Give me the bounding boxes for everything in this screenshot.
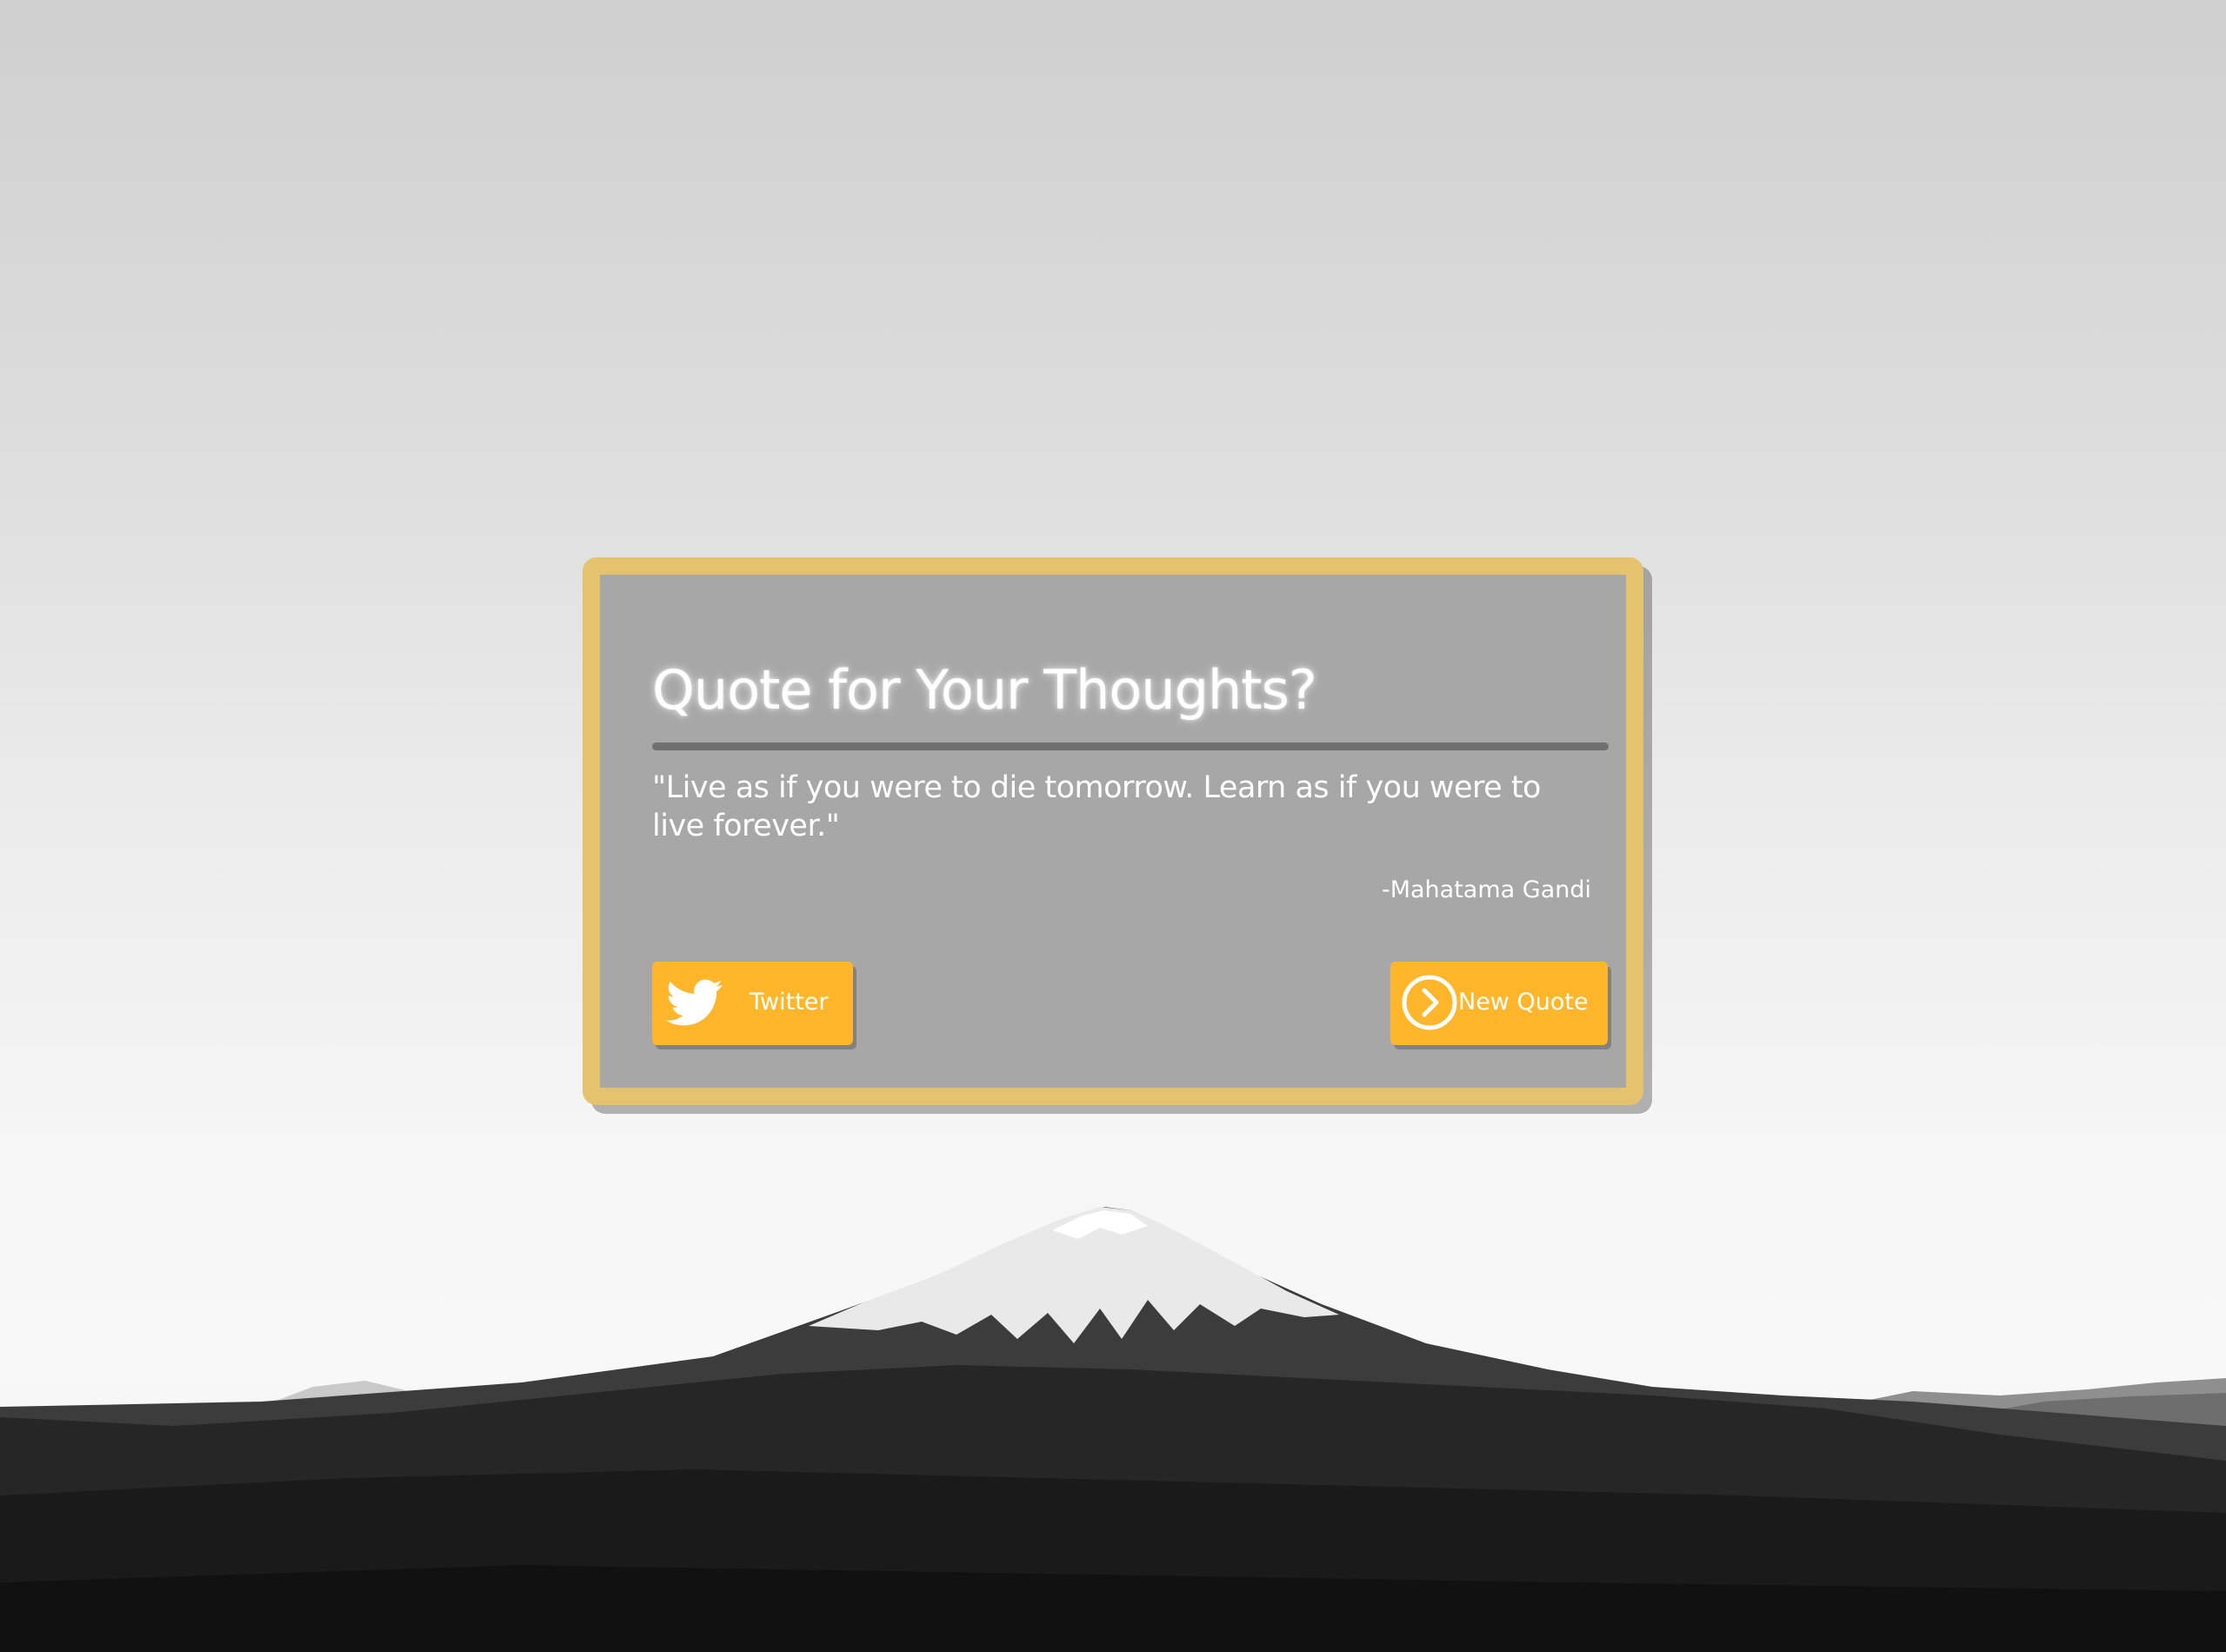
chevron-right-circle-icon <box>1402 975 1457 1030</box>
new-quote-button[interactable]: New Quote <box>1390 962 1608 1045</box>
quote-author: -Mahatama Gandi <box>1381 876 1591 903</box>
quote-text: "Live as if you were to die tomorrow. Le… <box>652 770 1541 843</box>
title-divider <box>652 743 1609 750</box>
quote-card: Quote for Your Thoughts? "Live as if you… <box>583 557 1643 1105</box>
twitter-button[interactable]: Twitter <box>652 962 853 1045</box>
page-background: Quote for Your Thoughts? "Live as if you… <box>0 0 2226 1652</box>
twitter-button-label: Twitter <box>750 989 829 1016</box>
twitter-bird-icon <box>666 979 723 1026</box>
card-title: Quote for Your Thoughts? <box>652 658 1317 722</box>
new-quote-button-label: New Quote <box>1458 989 1589 1016</box>
